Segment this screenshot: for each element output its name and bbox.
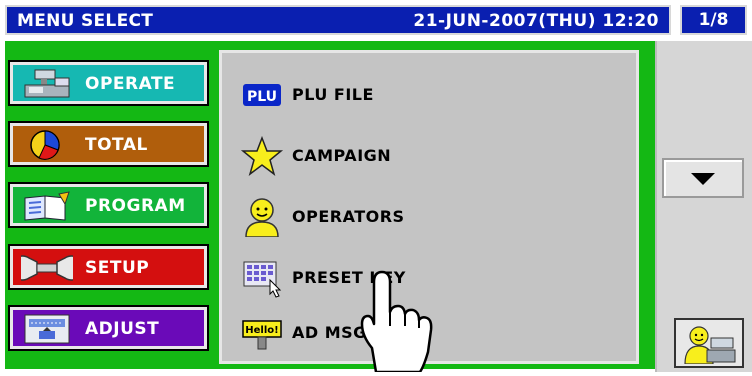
pointing-hand-icon xyxy=(340,262,440,374)
plu-file-label: PLU FILE xyxy=(292,85,374,104)
plu-badge-text: PLU xyxy=(247,89,277,105)
program-label: PROGRAM xyxy=(85,196,186,216)
wrench-icon xyxy=(21,252,73,284)
hello-badge-text: Hello! xyxy=(245,325,278,336)
screen-title: MENU SELECT xyxy=(17,11,154,31)
plu-icon: PLU xyxy=(240,75,284,115)
campaign-label: CAMPAIGN xyxy=(292,146,392,165)
total-button[interactable]: TOTAL xyxy=(8,121,209,167)
plu-file-item[interactable]: PLU PLU FILE xyxy=(240,75,620,115)
total-label: TOTAL xyxy=(85,135,148,155)
book-icon xyxy=(21,190,73,222)
operate-label: OPERATE xyxy=(85,74,176,94)
date-time: 21-JUN-2007(THU) 12:20 xyxy=(413,11,659,31)
pie-chart-icon xyxy=(21,129,73,161)
hello-sign-icon: Hello! xyxy=(240,313,284,353)
operate-button[interactable]: OPERATE xyxy=(8,60,209,106)
operators-label: OPERATORS xyxy=(292,207,405,226)
page-indicator: 1/8 xyxy=(680,5,747,35)
operator-icon xyxy=(240,197,284,237)
program-button[interactable]: PROGRAM xyxy=(8,182,209,228)
setup-button[interactable]: SETUP xyxy=(8,244,209,290)
scroll-down-button[interactable] xyxy=(662,158,744,198)
adjust-icon xyxy=(21,313,73,345)
keyboard-icon xyxy=(240,258,284,298)
adjust-label: ADJUST xyxy=(85,319,160,339)
operators-item[interactable]: OPERATORS xyxy=(240,197,620,237)
operator-terminal-button[interactable] xyxy=(674,318,744,368)
menu-select-screen: MENU SELECT 21-JUN-2007(THU) 12:20 1/8 O… xyxy=(0,0,752,374)
star-icon xyxy=(240,136,284,176)
setup-label: SETUP xyxy=(85,258,150,278)
operator-terminal-icon xyxy=(684,326,736,364)
campaign-item[interactable]: CAMPAIGN xyxy=(240,136,620,176)
triangle-down-icon xyxy=(691,173,715,185)
title-bar: MENU SELECT 21-JUN-2007(THU) 12:20 xyxy=(5,5,671,35)
cash-register-icon xyxy=(21,68,73,100)
adjust-button[interactable]: ADJUST xyxy=(8,305,209,351)
